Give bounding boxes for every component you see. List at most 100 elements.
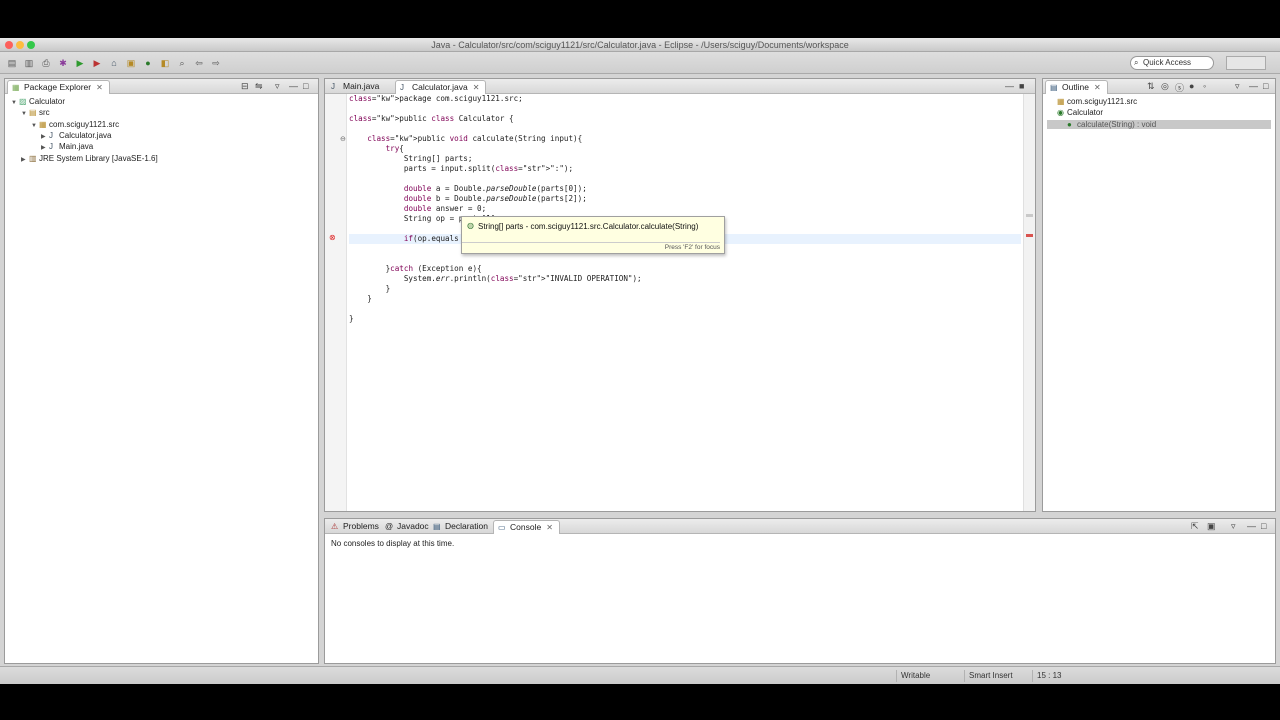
code-line[interactable]: } — [349, 294, 372, 304]
minimize-icon[interactable]: — — [289, 81, 298, 91]
expanded-arrow-icon[interactable]: ▼ — [11, 100, 19, 106]
maximize-icon[interactable]: ■ — [1019, 81, 1024, 91]
back-icon[interactable]: ⇦ — [193, 57, 205, 69]
save-icon[interactable]: ▥ — [23, 57, 35, 69]
code-line[interactable]: class="kw">package com.sciguy1121.src; — [349, 94, 523, 104]
perspective-switcher[interactable] — [1226, 56, 1266, 70]
expanded-arrow-icon[interactable]: ▼ — [31, 123, 39, 129]
hide-nonpublic-icon[interactable]: ● — [1189, 81, 1194, 91]
code-line[interactable]: class="kw">public void calculate(String … — [349, 134, 582, 144]
hide-local-types-icon[interactable]: ◦ — [1203, 81, 1206, 91]
search-icon[interactable]: ⌕ — [176, 57, 188, 69]
link-with-editor-icon[interactable]: ⇋ — [255, 81, 263, 92]
tab-declaration[interactable]: ▤ Declaration — [429, 520, 494, 534]
outline-item[interactable]: ◉ Calculator — [1057, 108, 1103, 117]
new-class-icon[interactable]: ● — [142, 57, 154, 69]
hover-tooltip[interactable]: ◍ String[] parts - com.sciguy1121.src.Ca… — [461, 216, 725, 254]
eclipse-window: Java - Calculator/src/com/sciguy1121/src… — [0, 38, 1280, 684]
title-bar: Java - Calculator/src/com/sciguy1121/src… — [0, 38, 1280, 52]
sort-icon[interactable]: ⇅ — [1147, 81, 1155, 92]
java-file-icon: J — [400, 83, 404, 92]
main-toolbar: ▤ ▥ ⎙ ✱ ▶ ▶ ⌂ ▣ ● ◧ ⌕ ⇦ ⇨ ⌕ Quick Access — [0, 52, 1280, 74]
debug-icon[interactable]: ✱ — [57, 57, 69, 69]
collapsed-arrow-icon[interactable]: ▶ — [41, 144, 49, 151]
open-type-icon[interactable]: ◧ — [159, 57, 171, 69]
minimize-icon[interactable]: — — [1005, 81, 1014, 91]
quick-access-field[interactable]: ⌕ Quick Access — [1130, 56, 1214, 70]
tree-item[interactable]: ▼ ▨ Calculator — [11, 97, 65, 106]
code-line[interactable]: } — [349, 284, 391, 294]
maximize-icon[interactable]: □ — [1261, 521, 1266, 531]
tab-javadoc[interactable]: @ Javadoc — [381, 520, 435, 534]
close-icon[interactable]: ✕ — [96, 83, 103, 92]
hover-title: String[] parts - com.sciguy1121.src.Calc… — [478, 222, 699, 231]
tab-outline[interactable]: ▤ Outline ✕ — [1045, 80, 1108, 94]
tab-package-explorer[interactable]: ▦ Package Explorer ✕ — [7, 80, 110, 94]
console-tabbar: ⚠ Problems @ Javadoc ▤ Declaration ▭ Con… — [325, 519, 1275, 534]
code-line[interactable]: if(op.equals — [349, 234, 459, 244]
tree-item-label: Calculator.java — [59, 130, 112, 140]
new-package-icon[interactable]: ▣ — [125, 57, 137, 69]
code-line[interactable]: double a = Double.parseDouble(parts[0]); — [349, 184, 587, 194]
close-icon[interactable]: ✕ — [1094, 83, 1101, 92]
code-line[interactable]: parts = input.split(class="str">":"); — [349, 164, 573, 174]
java-file-icon: J — [331, 82, 335, 91]
source-folder-icon: ▤ — [29, 108, 37, 118]
hide-fields-icon[interactable]: ◎ — [1161, 81, 1169, 92]
view-menu-icon[interactable]: ▿ — [1231, 521, 1236, 532]
run-icon[interactable]: ▶ — [74, 57, 86, 69]
tree-item[interactable]: ▶ ▥ JRE System Library [JavaSE-1.6] — [21, 154, 158, 163]
tree-item[interactable]: ▼ ▤ src — [21, 108, 50, 117]
new-java-project-icon[interactable]: ⌂ — [108, 57, 120, 69]
tree-item[interactable]: ▼ ▦ com.sciguy1121.src — [31, 120, 119, 129]
expanded-arrow-icon[interactable]: ▼ — [21, 111, 29, 117]
java-file-icon: J — [49, 130, 53, 140]
editor-tabbar: J Main.java J Calculator.java ✕ — ■ — [325, 79, 1035, 94]
close-icon[interactable]: ✕ — [473, 83, 480, 92]
collapse-all-icon[interactable]: ⊟ — [241, 81, 249, 92]
code-area[interactable]: class="kw">package com.sciguy1121.src; cl… — [349, 94, 1021, 511]
new-icon[interactable]: ▤ — [6, 57, 18, 69]
minimize-icon[interactable]: — — [1249, 81, 1258, 91]
tree-item[interactable]: ▶ J Calculator.java — [41, 131, 111, 140]
external-tools-icon[interactable]: ▶ — [91, 57, 103, 69]
outline-item[interactable]: ▦ com.sciguy1121.src — [1057, 97, 1137, 106]
console-message: No consoles to display at this time. — [331, 539, 455, 548]
outline-item[interactable]: ● calculate(String) : void — [1047, 119, 1271, 129]
code-line[interactable]: double b = Double.parseDouble(parts[2]); — [349, 194, 587, 204]
fold-icon[interactable]: ⊖ — [340, 135, 346, 143]
code-line[interactable]: class="kw">public class Calculator { — [349, 114, 514, 124]
maximize-icon[interactable]: □ — [1263, 81, 1268, 91]
window-title: Java - Calculator/src/com/sciguy1121/src… — [431, 40, 849, 50]
forward-icon[interactable]: ⇨ — [210, 57, 222, 69]
code-line[interactable]: }catch (Exception e){ — [349, 264, 482, 274]
display-console-icon[interactable]: ▣ — [1207, 521, 1216, 532]
open-console-icon[interactable]: ⇱ — [1191, 521, 1199, 532]
code-line[interactable]: double answer = 0; — [349, 204, 486, 214]
code-line[interactable]: String[] parts; — [349, 154, 473, 164]
code-line[interactable]: } — [349, 314, 354, 324]
tab-problems[interactable]: ⚠ Problems — [327, 520, 385, 534]
tree-item[interactable]: ▶ J Main.java — [41, 142, 93, 151]
close-icon[interactable]: ✕ — [546, 523, 553, 532]
collapsed-arrow-icon[interactable]: ▶ — [41, 133, 49, 140]
tab-console[interactable]: ▭ Console ✕ — [493, 520, 560, 534]
editor-overview-ruler[interactable] — [1023, 94, 1035, 511]
method-icon: ● — [1067, 119, 1072, 129]
tab-main-java[interactable]: J Main.java — [327, 80, 385, 94]
minimize-icon[interactable]: — — [1247, 521, 1256, 531]
code-line[interactable]: System.err.println(class="str">"INVALID … — [349, 274, 642, 284]
maximize-icon[interactable]: □ — [303, 81, 308, 91]
status-position: 15 : 13 — [1032, 670, 1092, 682]
error-marker — [1026, 234, 1033, 237]
code-line[interactable]: try{ — [349, 144, 404, 154]
package-explorer-tabbar: ▦ Package Explorer ✕ ⊟ ⇋ ▿ — □ — [5, 79, 318, 94]
tab-calculator-java[interactable]: J Calculator.java ✕ — [395, 80, 487, 94]
status-insert-mode: Smart Insert — [964, 670, 1030, 682]
error-marker-icon: ⊗ — [329, 233, 336, 242]
view-menu-icon[interactable]: ▿ — [1235, 81, 1240, 92]
collapsed-arrow-icon[interactable]: ▶ — [21, 156, 29, 163]
hide-static-icon[interactable]: ⓢ — [1175, 81, 1184, 94]
print-icon[interactable]: ⎙ — [40, 57, 52, 69]
view-menu-icon[interactable]: ▿ — [275, 81, 280, 92]
